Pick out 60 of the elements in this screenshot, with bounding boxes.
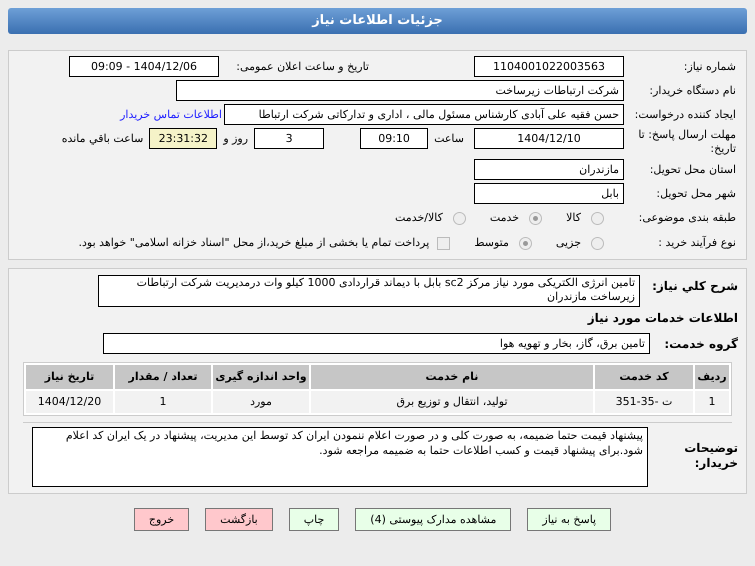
radio-button[interactable] [529,212,542,224]
section-heading: اطلاعات خدمات مورد نیاز [586,311,738,325]
column-header: واحد اندازه گیری [213,365,309,389]
radio-button[interactable] [591,212,604,224]
field-label: گروه خدمت: [663,336,738,350]
field-label: مهلت ارسال پاسخ: تا تاریخ: [637,128,736,156]
column-header: تاریخ نیاز [26,365,113,389]
radio-label: کالا/خدمت [395,211,443,225]
table-cell: تولید، انتقال و توزیع برق [311,391,593,413]
field-label: توضیحات خریدار: [683,441,738,471]
page-title: جزئیات اطلاعات نیاز [8,8,747,34]
radio-button[interactable] [518,236,532,250]
action-button[interactable]: بازگشت [205,508,273,531]
field-label: نوع فرآیند خرید : [657,236,736,250]
field-label: شماره نیاز: [682,60,736,74]
column-header: ردیف [695,365,729,389]
buyer-notes-field: پیشنهاد قیمت حتما ضمیمه، به صورت کلی و در صورت اعلام ننمودن ایران کد توسط این مدیریت، پیشنهاد در یک ایران کد اعلام شود.برای پیشنهاد قیمت و کسب اطلاعات حتما به ضمیمه مراجعه شود. [32,427,648,487]
radio-button[interactable] [452,212,466,224]
table-cell: 1404/12/20 [26,391,113,413]
action-button[interactable]: خروج [134,508,190,531]
remaining-time-field: 23:31:32 [149,128,218,149]
service-group-field: تامین برق، گاز، بخار و تهویه هوا [103,333,650,354]
need-number-field: 1104001022003563 [474,56,624,77]
days-field: 3 [254,128,324,149]
column-header: کد خدمت [595,365,693,389]
field-label: نام دستگاه خریدار: [648,84,736,98]
radio-button[interactable] [591,236,604,250]
table-cell: ت -35-351 [595,391,693,413]
column-header: نام خدمت [311,365,593,389]
table-cell: 1 [695,391,729,413]
buyer-contact-link[interactable]: اطلاعات تماس خریدار [120,108,222,122]
field-label: تاریخ و ساعت اعلان عمومی: [235,60,369,74]
province-field: مازندران [474,159,624,180]
time-label: ساعت [434,132,464,146]
action-button[interactable]: چاپ [288,508,340,531]
description-field: تامین انرژی الکتریکی مورد نیاز مرکز sc2 بابل با دیماند قراردادی 1000 کیلو وات درمدیریت شرکت ارتباطات زیرساخت مازندران [98,275,640,307]
field-label: شرح کلي نياز: [651,279,738,293]
radio-label: خدمت [490,211,520,225]
radio-label: جزیی [556,236,581,250]
field-label: استان محل تحویل: [648,162,736,176]
checkbox[interactable] [437,236,450,250]
announce-date-field: 1404/12/06 - 09:09 [69,56,219,77]
field-label: شهر محل تحویل: [655,186,736,200]
buyer-field: شرکت ارتباطات زیرساخت [176,80,624,101]
deadline-time-field: 09:10 [360,128,428,149]
column-header: تعداد / مقدار [115,365,211,389]
radio-label: کالا [566,211,581,225]
field-label: طبقه بندی موضوعی: [638,211,736,225]
city-field: بابل [474,183,624,204]
days-label: روز و [223,132,248,146]
action-button[interactable]: مشاهده مدارک پیوستی (4) [355,508,512,531]
field-label: ایجاد کننده درخواست: [634,108,736,122]
payment-note: پرداخت تمام یا بخشی از مبلغ خرید،از محل "اسناد خزانه اسلامی" خواهد بود. [78,236,430,250]
deadline-date-field: 1404/12/10 [474,128,624,149]
action-button[interactable]: پاسخ به نیاز [527,508,612,531]
remaining-label: ساعت باقي مانده [62,132,144,146]
table-cell: مورد [213,391,309,413]
table-cell: 1 [115,391,211,413]
radio-label: متوسط [474,236,509,250]
creator-field: حسن فقیه علی آبادی کارشناس مسئول مالی ، اداری و تدارکاتی شرکت ارتباطا [224,104,624,125]
